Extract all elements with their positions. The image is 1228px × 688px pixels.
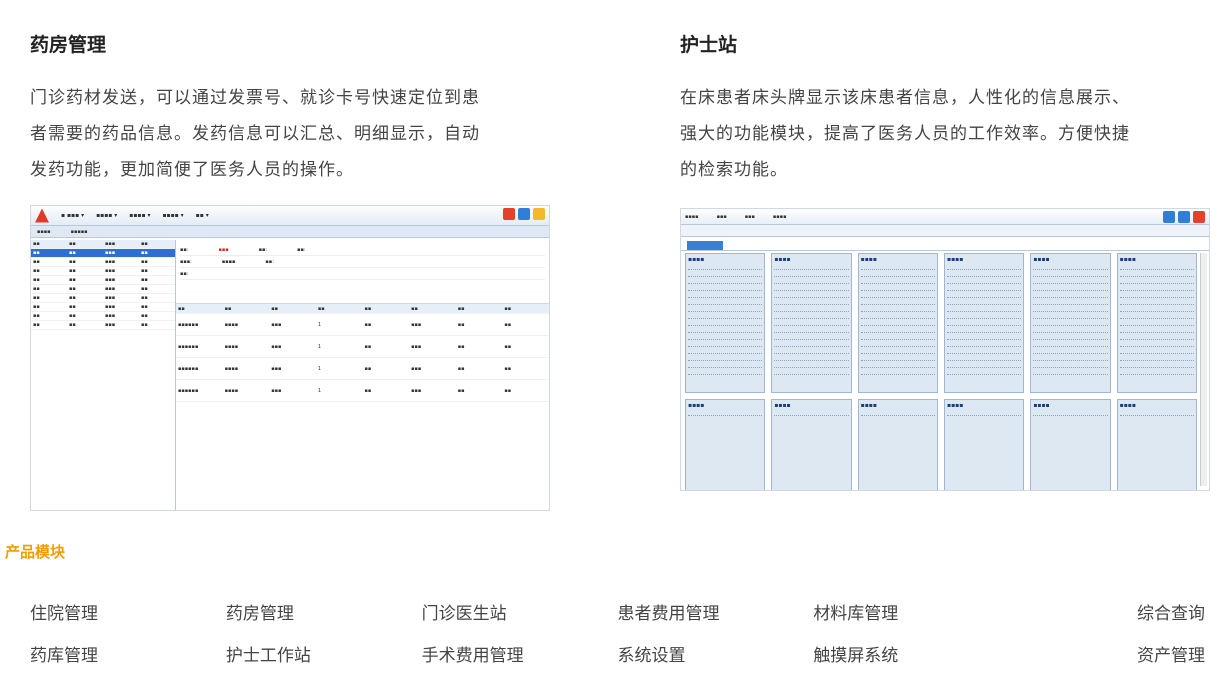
- window-buttons: [503, 208, 545, 220]
- bed-card: ▪▪▪▪: [1116, 399, 1197, 490]
- nurse-screenshot: ▪▪▪▪ ▪▪▪ ▪▪▪ ▪▪▪▪ ▪▪▪▪ ▪▪▪▪ ▪▪▪▪ ▪▪▪▪ ▪▪▪▪ …: [680, 208, 1210, 491]
- window-buttons: [1163, 211, 1205, 223]
- pharmacy-menubar: ▪ ▪▪▪ ▾ ▪▪▪▪ ▾ ▪▪▪▪ ▾ ▪▪▪▪ ▾ ▪▪ ▾: [31, 206, 549, 226]
- pharmacy-detail: ▪▪: ▪▪▪ ▪▪: ▪▪: ▪▪▪: ▪▪▪▪ ▪▪: ▪▪: ▪▪ ▪▪ ▪▪ ▪▪ ▪▪ ▪…: [176, 240, 549, 510]
- modules-row: 药库管理 护士工作站 手术费用管理 系统设置 触摸屏系统 资产管理: [30, 632, 1205, 674]
- nurse-subbar: [681, 237, 1209, 251]
- bed-card: ▪▪▪▪: [1116, 253, 1197, 393]
- app-icon: [533, 208, 545, 220]
- app-logo-icon: [35, 208, 49, 223]
- pharmacy-list: ▪▪ ▪▪ ▪▪▪ ▪▪ ▪▪ ▪▪ ▪▪▪ ▪▪ ▪▪ ▪▪ ▪▪▪ ▪▪ ▪▪ ▪▪ ▪▪▪ ▪▪ …: [31, 240, 176, 510]
- module-item-assets[interactable]: 资产管理: [1009, 641, 1205, 666]
- bed-card-grid: ▪▪▪▪ ▪▪▪▪ ▪▪▪▪ ▪▪▪▪ ▪▪▪▪ ▪▪▪▪ ▪▪▪▪ ▪▪▪▪ …: [685, 253, 1197, 490]
- module-item-outpatient-doctor[interactable]: 门诊医生站: [422, 599, 618, 624]
- bed-card: ▪▪▪▪: [944, 253, 1025, 393]
- modules-row: 住院管理 药房管理 门诊医生站 患者费用管理 材料库管理 综合查询: [30, 590, 1205, 632]
- bed-card: ▪▪▪▪: [1030, 399, 1111, 490]
- nurse-scrollbar[interactable]: [1200, 253, 1207, 486]
- module-item-settings[interactable]: 系统设置: [617, 641, 813, 666]
- module-item-materials[interactable]: 材料库管理: [813, 599, 1009, 624]
- module-item-query[interactable]: 综合查询: [1009, 599, 1205, 624]
- bed-card: ▪▪▪▪: [1030, 253, 1111, 393]
- modules-list: 住院管理 药房管理 门诊医生站 患者费用管理 材料库管理 综合查询 药库管理 护…: [30, 590, 1205, 674]
- pharmacy-screenshot: ▪ ▪▪▪ ▾ ▪▪▪▪ ▾ ▪▪▪▪ ▾ ▪▪▪▪ ▾ ▪▪ ▾ ▪▪▪▪ ▪▪▪▪▪ …: [30, 205, 550, 511]
- nurse-toolbar: [681, 225, 1209, 237]
- module-item-surgery-fees[interactable]: 手术费用管理: [422, 641, 618, 666]
- app-icon: [518, 208, 530, 220]
- module-item-nurse-station[interactable]: 护士工作站: [226, 641, 422, 666]
- module-item-drug-store[interactable]: 药库管理: [30, 641, 226, 666]
- module-item-touchscreen[interactable]: 触摸屏系统: [813, 641, 1009, 666]
- nurse-title: 护士站: [680, 34, 738, 56]
- nurse-description: 在床患者床头牌显示该床患者信息，人性化的信息展示、 强大的功能模块，提高了医务人…: [680, 80, 1130, 188]
- filter-button: [687, 241, 723, 250]
- app-icon: [503, 208, 515, 220]
- module-item-inpatient[interactable]: 住院管理: [30, 599, 226, 624]
- nurse-desc-line: 在床患者床头牌显示该床患者信息，人性化的信息展示、: [680, 88, 1130, 108]
- bed-card: ▪▪▪▪: [857, 253, 938, 393]
- modules-title: 产品模块: [5, 543, 66, 561]
- app-icon: [1178, 211, 1190, 223]
- bed-card: ▪▪▪▪: [685, 399, 766, 490]
- nurse-desc-line: 强大的功能模块，提高了医务人员的工作效率。方便快捷: [680, 124, 1130, 144]
- pharmacy-desc-line: 者需要的药品信息。发药信息可以汇总、明细显示，自动: [30, 124, 480, 144]
- pharmacy-tabs: ▪▪▪▪ ▪▪▪▪▪: [31, 226, 549, 238]
- app-icon: [1163, 211, 1175, 223]
- pharmacy-title: 药房管理: [30, 34, 107, 56]
- bed-card: ▪▪▪▪: [685, 253, 766, 393]
- bed-card: ▪▪▪▪: [771, 253, 852, 393]
- nurse-desc-line: 的检索功能。: [680, 160, 788, 180]
- module-item-patient-fees[interactable]: 患者费用管理: [617, 599, 813, 624]
- bed-card: ▪▪▪▪: [944, 399, 1025, 490]
- nurse-topbar: ▪▪▪▪ ▪▪▪ ▪▪▪ ▪▪▪▪: [681, 209, 1209, 225]
- bed-card: ▪▪▪▪: [857, 399, 938, 490]
- pharmacy-desc-line: 发药功能，更加简便了医务人员的操作。: [30, 160, 354, 180]
- app-icon: [1193, 211, 1205, 223]
- bed-card: ▪▪▪▪: [771, 399, 852, 490]
- module-item-pharmacy[interactable]: 药房管理: [226, 599, 422, 624]
- pharmacy-desc-line: 门诊药材发送，可以通过发票号、就诊卡号快速定位到患: [30, 88, 480, 108]
- pharmacy-description: 门诊药材发送，可以通过发票号、就诊卡号快速定位到患 者需要的药品信息。发药信息可…: [30, 80, 480, 188]
